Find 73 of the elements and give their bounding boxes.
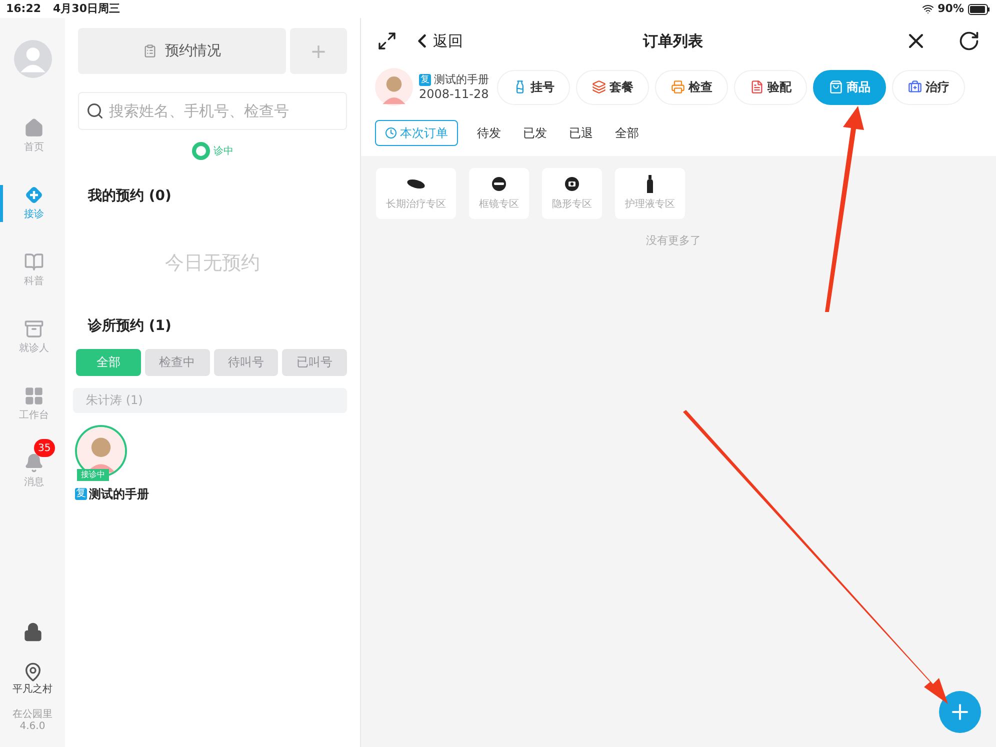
- category-card[interactable]: 护理液专区: [615, 168, 685, 219]
- patient-dob: 2008-11-28: [419, 87, 489, 102]
- nav-item[interactable]: 接诊: [0, 185, 65, 222]
- clock-icon: [385, 127, 397, 139]
- search-field[interactable]: 搜索姓名、手机号、检查号: [78, 92, 347, 130]
- status-date: 4月30日周三: [53, 0, 120, 17]
- bag-icon: [828, 80, 842, 94]
- action-button[interactable]: 商品: [813, 70, 886, 104]
- filter-tab[interactable]: 检查中: [144, 348, 210, 376]
- filter-tab[interactable]: 全部: [76, 348, 141, 376]
- patient-name: 测试的手册: [89, 486, 149, 502]
- footer-text: 4.6.0: [20, 721, 46, 733]
- back-button[interactable]: 返回: [411, 30, 463, 52]
- patient-tag: 复: [419, 74, 431, 86]
- location-pin-icon: [22, 662, 42, 682]
- category-card[interactable]: 框镜专区: [469, 168, 529, 219]
- filter-tab[interactable]: 待叫号: [214, 348, 278, 376]
- section-title: 诊所预约 (1): [88, 316, 172, 336]
- patient-tag: 复: [75, 488, 87, 500]
- add-button[interactable]: +: [290, 28, 347, 74]
- action-button[interactable]: 检查: [655, 70, 728, 104]
- order-tab[interactable]: 已退: [560, 120, 602, 146]
- contact-lens-icon: [564, 176, 580, 192]
- patient-avatar: [375, 68, 413, 106]
- filter-tab[interactable]: 已叫号: [282, 348, 347, 376]
- bell-icon: [24, 453, 44, 473]
- order-tab[interactable]: 待发: [468, 120, 510, 146]
- battery-icon: [968, 4, 990, 14]
- status-label: 诊中: [214, 144, 234, 158]
- section-title: 我的预约 (0): [88, 187, 172, 206]
- action-button[interactable]: 挂号: [497, 70, 570, 104]
- status-time: 16:22: [6, 0, 42, 17]
- clipboard-icon: [143, 44, 157, 58]
- order-tab[interactable]: 全部: [606, 120, 648, 146]
- box-icon: [24, 319, 44, 339]
- status-ring-icon: [192, 142, 210, 160]
- expand-icon[interactable]: [377, 31, 397, 51]
- medical-kit-icon: [908, 80, 922, 94]
- group-header: 朱计涛 (1): [73, 388, 347, 412]
- category-card[interactable]: 长期治疗专区: [376, 168, 456, 219]
- order-tab[interactable]: 本次订单: [375, 120, 458, 146]
- lock-icon[interactable]: [22, 622, 42, 642]
- category-card[interactable]: 隐形专区: [542, 168, 602, 219]
- appointment-overview-button[interactable]: 预约情况: [78, 28, 286, 74]
- printer-icon: [670, 80, 684, 94]
- document-icon: [750, 80, 764, 94]
- footer-text: 在公园里: [12, 709, 52, 721]
- status-battery: 90%: [938, 0, 964, 17]
- nav-item[interactable]: 就诊人: [0, 319, 65, 356]
- bottle-icon: [646, 175, 654, 193]
- end-of-list-note: 没有更多了: [646, 233, 702, 249]
- nav-item[interactable]: 科普: [0, 252, 65, 289]
- refresh-icon[interactable]: [958, 30, 980, 52]
- grid-icon: [24, 386, 44, 406]
- action-button[interactable]: 验配: [734, 70, 807, 104]
- books-icon: [24, 252, 44, 272]
- lens-icon: [406, 178, 426, 190]
- avatar-icon: [14, 40, 52, 78]
- add-fab[interactable]: [939, 691, 981, 733]
- nav-item[interactable]: 工作台: [0, 386, 65, 423]
- patient-status: 接诊中: [77, 468, 109, 480]
- home-icon: [24, 118, 44, 138]
- page-title: 订单列表: [643, 30, 703, 52]
- patient-name: 测试的手册: [434, 72, 489, 87]
- action-button[interactable]: 套餐: [576, 70, 649, 104]
- badge: 35: [34, 439, 55, 457]
- nav-item[interactable]: 首页: [0, 118, 65, 155]
- glasses-icon: [491, 176, 507, 192]
- order-tab[interactable]: 已发: [514, 120, 556, 146]
- action-button[interactable]: 治疗: [892, 70, 965, 104]
- layers-icon: [592, 80, 606, 94]
- location-label: 平凡之村: [12, 682, 52, 697]
- search-icon: [86, 102, 104, 120]
